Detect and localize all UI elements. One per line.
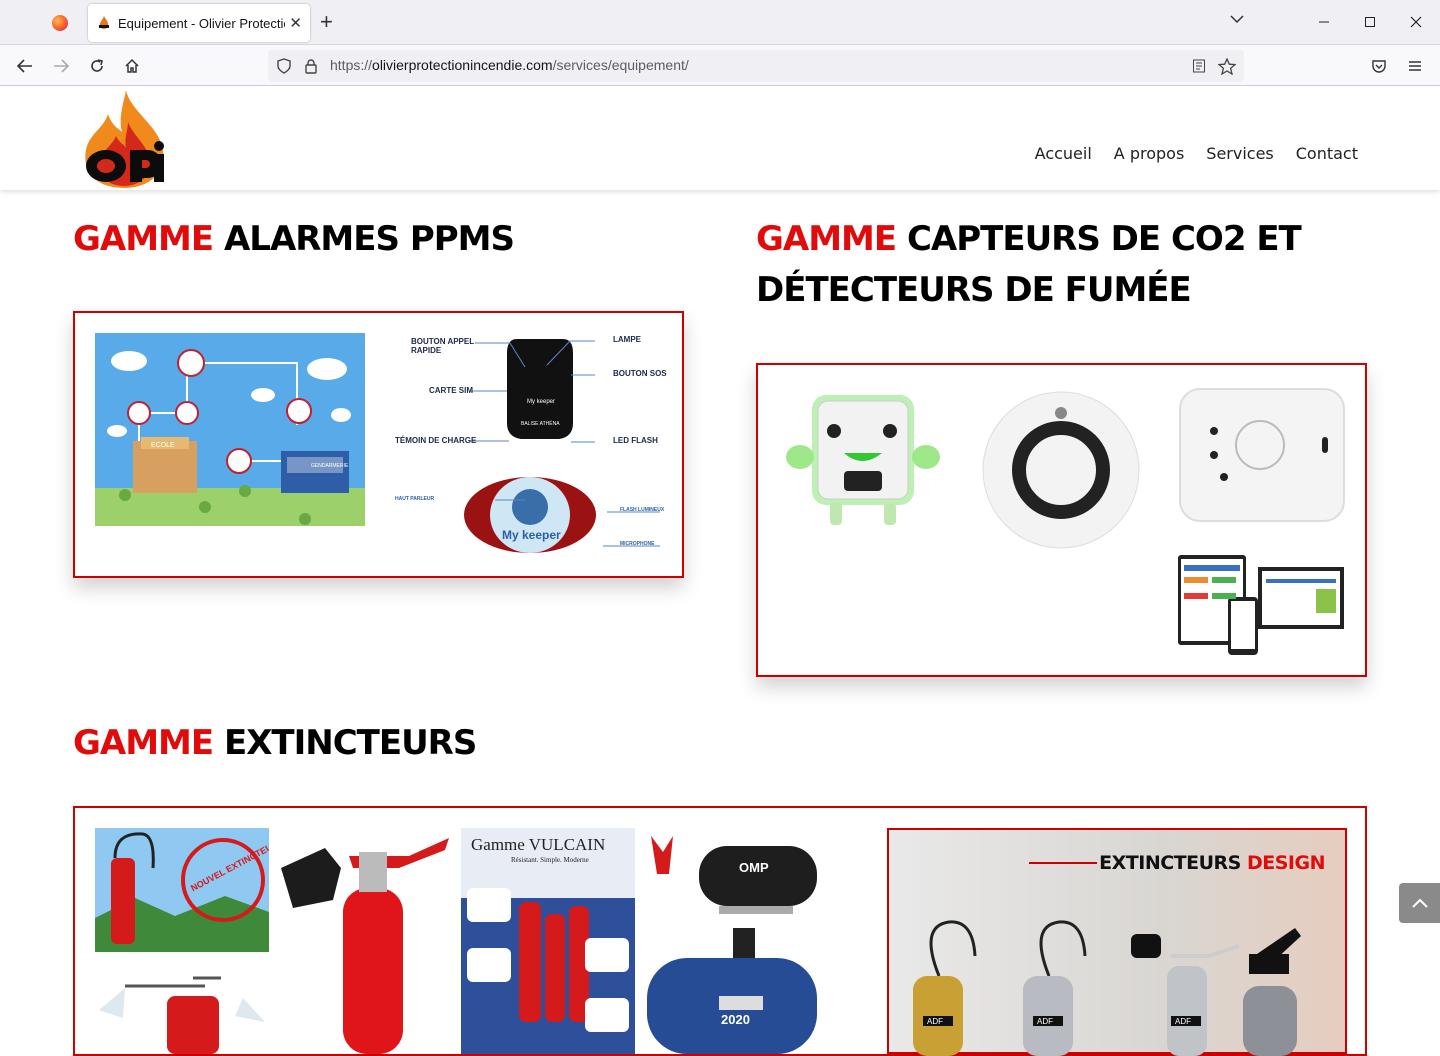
omp-racing-extinguisher-image: OMP 2020 <box>647 836 817 1054</box>
co-detector-image <box>1179 388 1345 522</box>
bookmark-star-icon[interactable] <box>1218 58 1236 75</box>
vulcain-range-image: Gamme VULCAIN Résistant. Simple. Moderne <box>461 828 635 1054</box>
callout-temoin: TÉMOIN DE CHARGE <box>395 436 477 445</box>
lock-icon[interactable] <box>304 58 318 74</box>
callout-haut-parleur: HAUT PARLEUR <box>395 496 435 502</box>
callout-carte-sim: CARTE SIM <box>429 386 473 395</box>
title-rest: EXTINCTEURS <box>213 723 477 763</box>
home-icon[interactable] <box>119 53 145 79</box>
design-prefix: EXTINCTEURS <box>1099 852 1247 874</box>
title-accent: GAMME <box>73 723 214 763</box>
back-arrow-icon[interactable] <box>12 53 38 79</box>
scroll-to-top-button[interactable] <box>1399 883 1440 923</box>
tab-title: Equipement - Olivier Protection <box>117 15 286 31</box>
ppms-schematic-image: ECOLE GENDARMERIE <box>95 333 365 526</box>
monitoring-dashboard-image <box>1178 555 1344 655</box>
section-title-co2: GAMME CAPTEURS DE CO2 ET DÉTECTEURS DE FU… <box>756 214 1376 316</box>
title-rest-line1: CAPTEURS DE CO2 ET <box>896 219 1302 259</box>
chevron-up-icon <box>1411 898 1428 908</box>
browser-tab-bar: Equipement - Olivier Protection ✕ + <box>0 0 1440 45</box>
title-rest-line2: DÉTECTEURS DE FUMÉE <box>756 270 1192 310</box>
extincteurs-image-frame: NOUVEL EXTINCTEUR SANS FLUOR Gamme VULCA… <box>73 806 1367 1056</box>
callout-lampe: LAMPE <box>613 335 641 344</box>
callout-microphone: MICROPHONE <box>620 541 655 547</box>
vulcain-title: Gamme VULCAIN <box>471 835 605 854</box>
new-tab-button[interactable]: + <box>320 10 333 34</box>
shield-icon[interactable] <box>276 58 292 74</box>
reader-view-icon[interactable] <box>1192 59 1206 73</box>
extinguisher-sprayer-image <box>99 976 265 1054</box>
callout-lines <box>470 340 660 547</box>
callout-bouton-sos: BOUTON SOS <box>613 369 667 378</box>
design-extinguishers-image: ADF ADF ADF <box>913 920 1301 1056</box>
section-title-extincteurs: GAMME EXTINCTEURS <box>73 718 477 769</box>
title-accent: GAMME <box>756 219 897 259</box>
callout-bouton-appel: BOUTON APPEL RAPIDE <box>411 337 474 355</box>
sans-fluor-extinguisher-image: NOUVEL EXTINCTEUR SANS FLUOR <box>95 828 269 952</box>
pocket-icon[interactable] <box>1366 53 1392 79</box>
adf-label-1: ADF <box>927 1017 943 1026</box>
callout-flash-lumineux: FLASH LUMINEUX <box>620 507 665 513</box>
co2-sensor-robot-image <box>786 395 940 525</box>
smoke-detector-image <box>982 391 1140 549</box>
site-favicon-icon <box>98 16 109 29</box>
design-accent: DESIGN <box>1246 852 1326 874</box>
url-prefix: https:// <box>330 57 373 73</box>
title-accent: GAMME <box>73 219 214 259</box>
menu-a-propos[interactable]: A propos <box>1114 144 1184 163</box>
maximize-button[interactable] <box>1355 8 1385 36</box>
vulcain-subtitle: Résistant. Simple. Moderne <box>511 856 589 864</box>
site-header: Accueil A propos Services Contact <box>0 86 1440 190</box>
firefox-icon <box>52 15 68 31</box>
url-text[interactable]: https://olivierprotectionincendie.com/se… <box>330 57 689 73</box>
reload-icon[interactable] <box>84 53 110 79</box>
close-window-button[interactable] <box>1401 8 1431 36</box>
adf-label-2: ADF <box>1037 1017 1053 1026</box>
browser-navigation-bar: https://olivierprotectionincendie.com/se… <box>0 45 1440 86</box>
menu-accueil[interactable]: Accueil <box>1035 144 1092 163</box>
design-extinguishers-panel: EXTINCTEURS DESIGN ADF ADF ADF <box>887 828 1347 1056</box>
opi-flame-logo[interactable] <box>78 88 170 188</box>
ppms-image-frame: ECOLE GENDARMERIE My keeper BALISE ATHÉN… <box>73 311 684 578</box>
omp-label: OMP <box>739 860 769 875</box>
menu-services[interactable]: Services <box>1206 144 1273 163</box>
forward-arrow-icon[interactable] <box>48 53 74 79</box>
gendarmerie-label: GENDARMERIE <box>311 463 349 469</box>
year-label: 2020 <box>721 1012 750 1027</box>
callout-led-flash: LED FLASH <box>613 436 658 445</box>
minimize-button[interactable] <box>1309 8 1339 36</box>
url-bar[interactable]: https://olivierprotectionincendie.com/se… <box>268 50 1244 82</box>
firefox-view-button[interactable] <box>44 10 76 36</box>
adf-label-3: ADF <box>1175 1017 1191 1026</box>
co2-image-frame <box>756 363 1367 677</box>
active-tab[interactable]: Equipement - Olivier Protection ✕ <box>88 4 310 42</box>
tab-close-icon[interactable]: ✕ <box>289 14 302 32</box>
menu-contact[interactable]: Contact <box>1296 144 1358 163</box>
school-label: ECOLE <box>151 442 175 449</box>
main-menu: Accueil A propos Services Contact <box>1035 144 1358 163</box>
title-rest: ALARMES PPMS <box>213 219 515 259</box>
section-title-ppms: GAMME ALARMES PPMS <box>73 214 515 265</box>
design-title-rule <box>1029 862 1097 864</box>
url-path: /services/equipement/ <box>552 57 689 73</box>
url-domain: olivierprotectionincendie.com <box>372 57 553 73</box>
list-all-tabs-icon[interactable] <box>1230 12 1244 28</box>
hamburger-menu-icon[interactable] <box>1402 53 1428 79</box>
co2-extinguisher-image <box>281 838 449 1054</box>
design-title: EXTINCTEURS DESIGN <box>1099 852 1325 874</box>
